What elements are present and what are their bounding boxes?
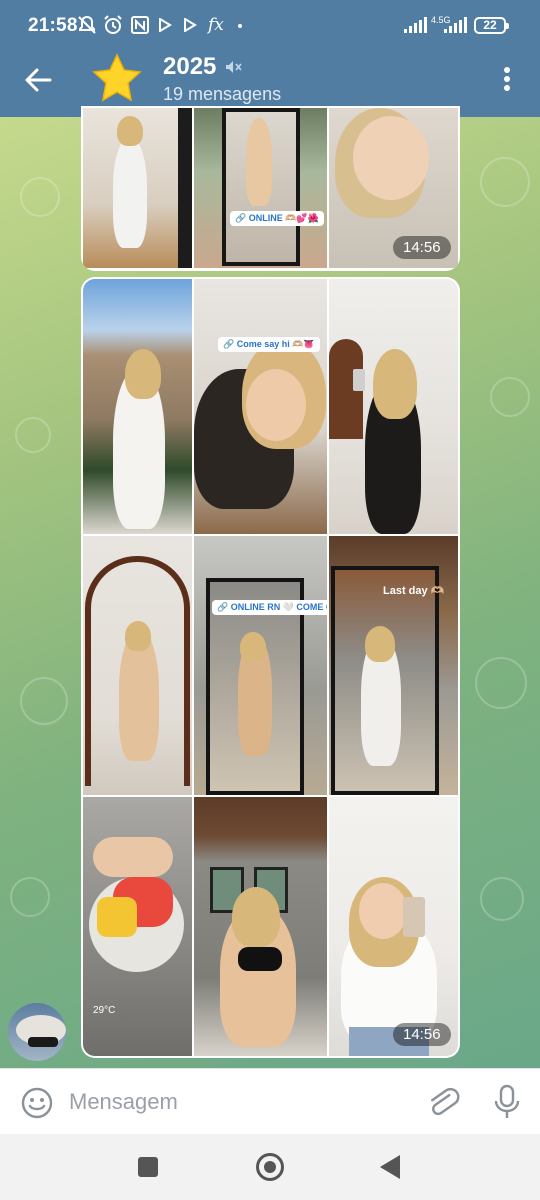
signal-icon [404, 17, 427, 33]
photo-sticker: 🔗 ONLINE 🫶🏼💕🌺 [230, 211, 324, 226]
notifications-off-icon [78, 15, 96, 34]
photo-thumbnail[interactable]: Last day 🫶🏼 [329, 536, 458, 795]
message-time: 14:56 [393, 236, 451, 259]
play-icon [159, 18, 172, 32]
photo-sticker: 🔗 ONLINE RN 🤍 COME CHAT! [212, 600, 327, 615]
more-vert-icon[interactable] [494, 64, 520, 94]
photo-thumbnail[interactable]: 🔗 ONLINE 🫶🏼💕🌺 [194, 108, 327, 268]
triangle-back-icon[interactable] [380, 1155, 400, 1179]
photo-caption: 29°C [93, 1005, 116, 1016]
photo-thumbnail[interactable] [329, 797, 458, 1056]
signal-icon [444, 17, 467, 33]
status-bar: 21:58 fx 4.5G 22 [0, 0, 540, 50]
chat-title[interactable]: 2025 [163, 53, 216, 81]
photo-sticker: 🔗 Come say hi 🫶🏼👅 [218, 337, 320, 352]
emoji-icon[interactable] [20, 1086, 54, 1120]
message-input[interactable] [69, 1087, 409, 1117]
avatar[interactable] [8, 1003, 66, 1061]
photo-caption: Last day 🫶🏼 [383, 585, 445, 597]
chat-subtitle: 19 mensagens [163, 84, 282, 104]
message-time: 14:56 [393, 1023, 451, 1046]
square-icon[interactable] [138, 1157, 158, 1177]
battery-indicator: 22 [474, 17, 509, 34]
status-time: 21:58 [28, 15, 78, 36]
photo-thumbnail[interactable] [194, 797, 327, 1056]
microphone-icon[interactable] [490, 1083, 524, 1121]
fx-icon: fx [208, 15, 224, 35]
dot-icon [238, 24, 242, 28]
photo-thumbnail[interactable] [83, 279, 192, 534]
attach-icon[interactable] [424, 1084, 460, 1120]
alarm-icon [104, 15, 122, 34]
photo-thumbnail[interactable]: 29°C [83, 797, 192, 1056]
star-icon[interactable] [90, 52, 144, 106]
media-album[interactable]: 🔗 Come say hi 🫶🏼👅 🔗 ONLINE RN 🤍 COME CHA… [81, 277, 460, 1058]
arrow-back-icon[interactable] [20, 62, 56, 98]
circle-icon[interactable] [256, 1153, 284, 1181]
chat-header: 21:58 fx 4.5G 22 2025 19 mensagens [0, 0, 540, 117]
message-composer [0, 1068, 540, 1134]
photo-thumbnail[interactable]: 🔗 ONLINE RN 🤍 COME CHAT! [194, 536, 327, 795]
mute-icon [226, 61, 242, 73]
media-album[interactable]: 🔗 ONLINE 🫶🏼💕🌺 14:56 [81, 106, 460, 271]
photo-thumbnail[interactable]: 🔗 Come say hi 🫶🏼👅 [194, 279, 327, 534]
system-navigation-bar [0, 1134, 540, 1200]
photo-thumbnail[interactable] [83, 108, 192, 268]
photo-thumbnail[interactable] [329, 279, 458, 534]
nfc-icon [131, 16, 149, 34]
photo-thumbnail[interactable] [83, 536, 192, 795]
play-icon [184, 18, 197, 32]
